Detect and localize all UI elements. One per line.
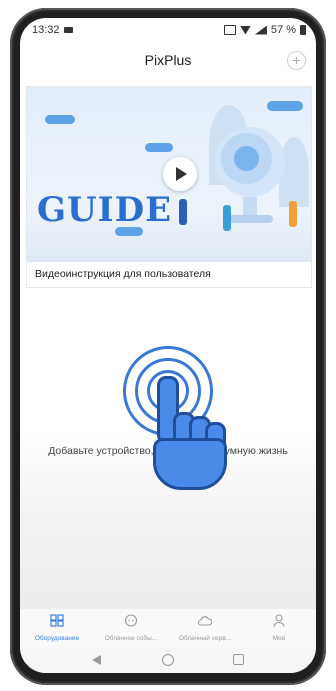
cloud-icon bbox=[145, 143, 173, 152]
status-time: 13:32 bbox=[32, 24, 60, 36]
battery-percent: 57 % bbox=[270, 24, 296, 36]
recent-apps-icon[interactable] bbox=[233, 654, 244, 665]
wifi-icon bbox=[239, 25, 251, 35]
battery-icon bbox=[300, 25, 306, 35]
status-icons: 57 % bbox=[223, 24, 306, 36]
guide-banner-text: GUIDE bbox=[37, 190, 172, 230]
tab-label: Моё bbox=[272, 635, 286, 642]
app-screen: 13:32 57 % PixPlus + GUIDE Видеоинструкц… bbox=[20, 18, 316, 673]
hand-palm bbox=[153, 438, 227, 490]
app-header: PixPlus + bbox=[20, 40, 316, 80]
home-icon[interactable] bbox=[162, 654, 174, 666]
tab-cloud-service[interactable]: Облачный серв... bbox=[168, 609, 242, 649]
devices-icon bbox=[50, 614, 64, 627]
status-bar: 13:32 57 % bbox=[20, 18, 316, 40]
guide-caption: Видеоинструкция для пользователя bbox=[35, 268, 211, 280]
person-figure bbox=[289, 201, 297, 227]
add-device-button[interactable]: + bbox=[287, 51, 306, 70]
signal-icon bbox=[254, 25, 267, 35]
sim-icon bbox=[223, 25, 236, 35]
camera-stand bbox=[243, 197, 257, 217]
system-nav-bar bbox=[20, 648, 316, 673]
bottom-tab-bar: Оборудование Облачное собы... Облачный с… bbox=[20, 608, 316, 649]
back-icon[interactable] bbox=[92, 655, 101, 665]
recording-icon bbox=[64, 27, 73, 33]
tab-cloud-events[interactable]: Облачное собы... bbox=[94, 609, 168, 649]
tap-hint-icon bbox=[123, 346, 253, 506]
tab-label: Оборудование bbox=[34, 635, 80, 642]
profile-icon bbox=[273, 614, 285, 627]
person-figure bbox=[179, 199, 187, 225]
play-icon[interactable] bbox=[163, 157, 197, 191]
tab-label: Облачный серв... bbox=[178, 635, 232, 642]
tab-label: Облачное собы... bbox=[104, 635, 158, 642]
camera-base bbox=[227, 215, 273, 223]
cloud-icon bbox=[45, 115, 75, 124]
plus-icon: + bbox=[292, 52, 301, 68]
cloud-service-icon bbox=[197, 616, 213, 626]
cloud-events-icon bbox=[124, 614, 138, 627]
camera-illustration bbox=[215, 127, 285, 197]
cloud-icon bbox=[267, 101, 303, 111]
page-title: PixPlus bbox=[144, 52, 192, 68]
guide-card[interactable]: GUIDE Видеоинструкция для пользователя bbox=[26, 86, 312, 288]
tab-profile[interactable]: Моё bbox=[242, 609, 316, 649]
person-figure bbox=[223, 205, 231, 231]
tab-devices[interactable]: Оборудование bbox=[20, 609, 94, 649]
guide-banner[interactable]: GUIDE bbox=[27, 87, 311, 262]
